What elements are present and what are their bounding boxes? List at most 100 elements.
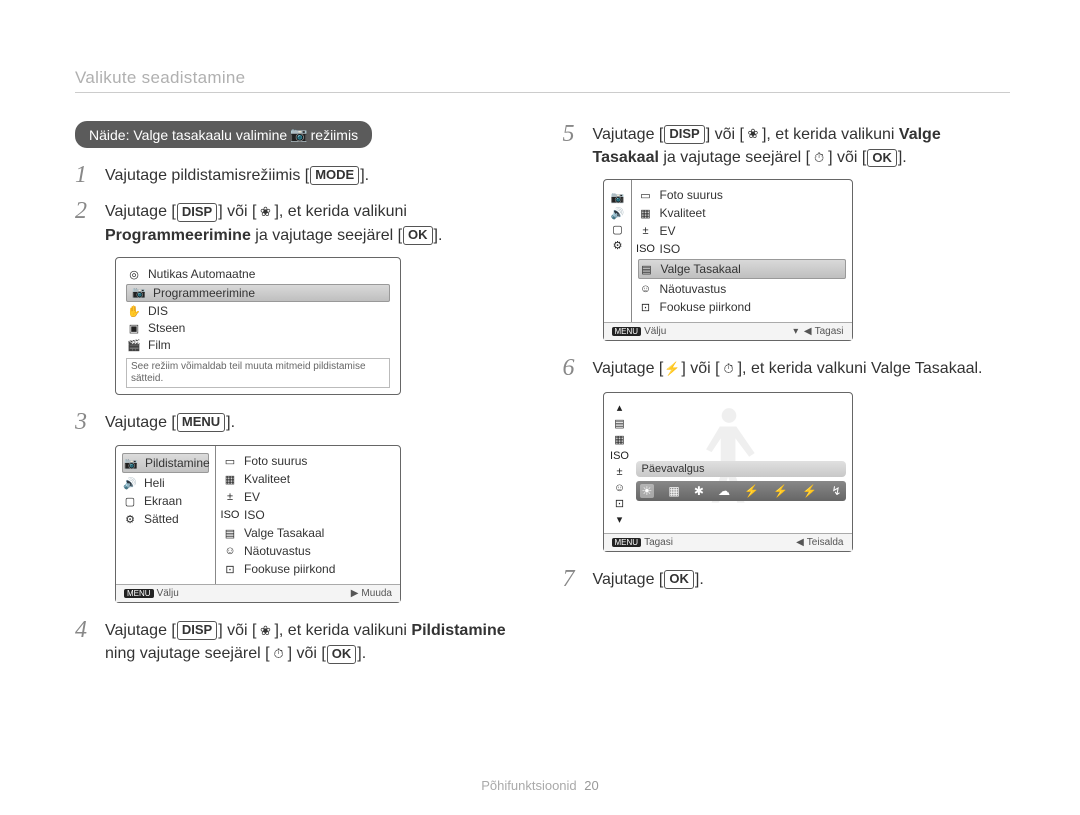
ok-button-label: OK — [664, 570, 694, 589]
quality-icon: ▦ — [612, 433, 628, 447]
bold-text: Programmeerimine — [105, 227, 251, 244]
wb-custom-icon: ↯ — [831, 484, 841, 498]
section-divider — [75, 92, 1010, 93]
step-number: 1 — [75, 162, 105, 188]
wb-star-icon: ✱ — [694, 484, 704, 498]
camera-icon: 📷 — [123, 456, 139, 470]
tab-label: Ekraan — [144, 494, 182, 508]
mode-button-label: MODE — [310, 166, 359, 185]
step-number: 6 — [563, 355, 593, 381]
step-7: 7 Vajutage [OK]. — [563, 566, 1011, 592]
text: ]. — [695, 571, 704, 588]
text: ]. — [434, 227, 443, 244]
ok-button-label: OK — [867, 149, 897, 168]
ev-icon: ± — [612, 465, 628, 479]
menu-button-label: MENU — [177, 413, 225, 432]
right-column: 5 Vajutage [ DISP ] või [ ❀], et kerida val… — [563, 121, 1011, 676]
ev-icon: ± — [638, 224, 654, 238]
wb-cloud-icon: ☁ — [718, 484, 730, 498]
step-number: 5 — [563, 121, 593, 169]
example-pill: Näide: Valge tasakaalu valimine 📷 režiim… — [75, 121, 372, 148]
item-label: Foto suurus — [660, 188, 723, 202]
page-number: 20 — [584, 778, 598, 793]
focus-icon: ⊡ — [222, 562, 238, 576]
item-label: Fookuse piirkond — [660, 300, 751, 314]
step-number: 4 — [75, 617, 105, 665]
list-item: ☺Näotuvastus — [222, 542, 394, 560]
disp-button-label: DISP — [664, 125, 704, 144]
step-number: 3 — [75, 409, 105, 435]
macro-icon: ❀ — [257, 205, 273, 219]
menu-panel: 📷Pildistamine 🔊Heli ▢Ekraan ⚙Sätted ▭Fot… — [115, 445, 401, 603]
text: Vajutage [ — [105, 203, 176, 220]
item-label: Film — [148, 338, 171, 352]
text: ], et kerida valikuni — [762, 126, 899, 143]
item-label: DIS — [148, 304, 168, 318]
pill-suffix: režiimis — [311, 127, 358, 143]
step-1: 1 Vajutage pildistamisrežiimis [MODE]. — [75, 162, 523, 188]
text: Vajutage pildistamisrežiimis [ — [105, 167, 309, 184]
text: ]. — [360, 167, 369, 184]
list-item: ▦ Kvaliteet — [638, 204, 846, 222]
list-item: ⊡Fookuse piirkond — [222, 560, 394, 578]
bold-text: Pildistamine — [411, 622, 505, 639]
down-icon: ▾ — [612, 513, 628, 527]
item-label: Kvaliteet — [660, 206, 706, 220]
macro-icon: ❀ — [745, 128, 761, 142]
right-arrow-icon: ▶ — [351, 588, 359, 599]
iso-icon: ISO — [612, 449, 628, 463]
list-item: ± EV — [222, 488, 394, 506]
list-item: ▤Valge Tasakaal — [222, 524, 394, 542]
face-icon: ☺ — [222, 544, 238, 558]
step-4: 4 Vajutage [DISP] või [❀], et kerida val… — [75, 617, 523, 665]
ev-icon: ± — [222, 490, 238, 504]
text: ] või [ — [288, 645, 326, 662]
tab-label: Heli — [144, 476, 165, 490]
movie-icon: 🎬 — [126, 338, 142, 352]
text: ] või [ — [218, 203, 256, 220]
item-label: EV — [244, 490, 260, 504]
camera-icon: 📷 — [290, 126, 307, 143]
face-icon: ☺ — [612, 481, 628, 495]
timer-icon: ⏱ — [811, 151, 827, 165]
camera-icon: 📷 — [131, 286, 147, 300]
footer-right: Tagasi — [815, 326, 844, 337]
wb-icon: ▤ — [612, 417, 628, 431]
item-label: ISO — [244, 508, 265, 522]
scene-icon: ▣ — [126, 321, 142, 335]
text: ] või [ — [828, 149, 866, 166]
item-label: Stseen — [148, 321, 185, 335]
section-title: Valikute seadistamine — [75, 68, 1010, 88]
timer-icon: ⏱ — [271, 647, 287, 661]
iso-icon: ISO — [222, 508, 238, 522]
iso-icon: ISO — [638, 242, 654, 256]
list-item: ☺Näotuvastus — [638, 280, 846, 298]
tab-item: 🔊Heli — [122, 474, 209, 492]
disp-button-label: DISP — [177, 203, 217, 222]
item-label: Foto suurus — [244, 454, 307, 468]
wb-icon: ▤ — [639, 262, 655, 276]
quality-icon: ▦ — [638, 206, 654, 220]
text: ning vajutage seejärel [ — [105, 645, 270, 662]
step-2: 2 Vajutage [DISP] või [❀], et kerida val… — [75, 198, 523, 246]
item-label: Valge Tasakaal — [661, 262, 741, 276]
item-label: Programmeerimine — [153, 286, 255, 300]
camera-icon: 📷 — [610, 190, 626, 204]
wb-auto-icon: ▦ — [668, 484, 679, 498]
footer-left: Välju — [157, 588, 179, 599]
left-arrow-icon: ◀ — [796, 537, 804, 548]
wb-sun-icon: ☀ — [640, 484, 655, 498]
size-icon: ▭ — [638, 188, 654, 202]
footer-left: Välju — [644, 326, 666, 337]
text: Vajutage [ — [593, 360, 664, 377]
ok-button-label: OK — [403, 226, 433, 245]
ok-button-label: OK — [327, 645, 357, 664]
disp-button-label: DISP — [177, 621, 217, 640]
text: ]. — [357, 645, 366, 662]
footer-label: Põhifunktsioonid — [481, 778, 576, 793]
list-item: ▦Kvaliteet — [222, 470, 394, 488]
text: Vajutage [ — [593, 571, 664, 588]
left-icon-strip: ▴ ▤ ▦ ISO ± ☺ ⊡ ▾ — [610, 397, 630, 531]
text: ]. — [226, 414, 235, 431]
tab-label: Sätted — [144, 512, 179, 526]
